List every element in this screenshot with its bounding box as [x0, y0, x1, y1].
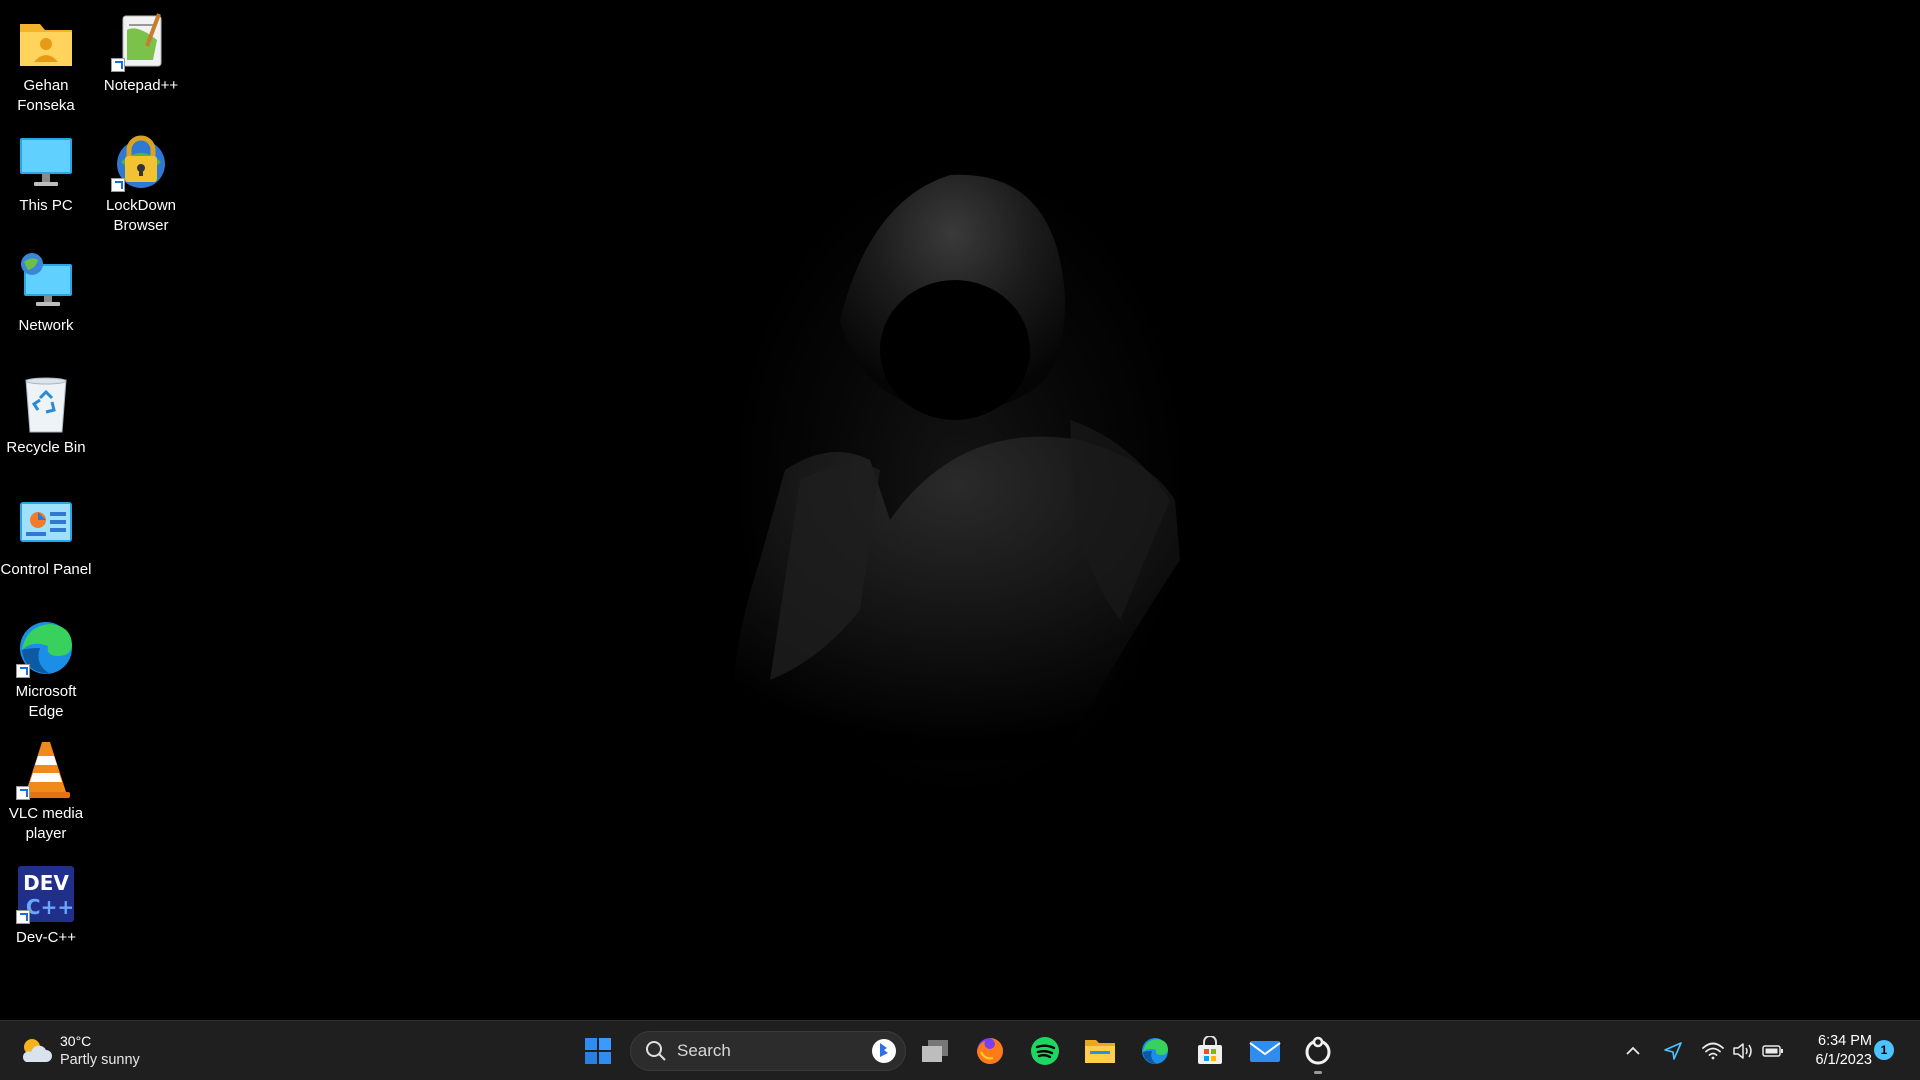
taskbar-firefox[interactable]	[970, 1031, 1010, 1071]
location-tray-button[interactable]	[1660, 1031, 1686, 1071]
shortcut-arrow-icon	[111, 58, 125, 72]
mail-icon	[1249, 1041, 1281, 1062]
shortcut-arrow-icon	[16, 786, 30, 800]
desktop[interactable]: Gehan Fonseka Notepad++ This PC LockDown…	[0, 0, 1920, 1020]
taskbar: 30°C Partly sunny Search 6:34 PM 6/1/202…	[0, 1020, 1920, 1080]
user-folder-icon	[14, 10, 78, 74]
notepad-plus-plus-icon	[109, 10, 173, 74]
hooded-figure-wallpaper	[733, 174, 1180, 760]
clock-time: 6:34 PM	[1818, 1033, 1872, 1049]
microsoft-store-icon	[1198, 1036, 1222, 1064]
speaker-icon	[1733, 1043, 1752, 1059]
monitor-icon	[14, 130, 78, 194]
lockdown-browser-icon	[109, 130, 173, 194]
desktop-icon-recycle-bin[interactable]: Recycle Bin	[0, 372, 92, 458]
task-view-button[interactable]	[915, 1031, 955, 1071]
desktop-icon-notepad-plus-plus[interactable]: Notepad++	[95, 10, 187, 96]
battery-tray-button[interactable]	[1760, 1031, 1786, 1071]
running-indicator	[1314, 1071, 1322, 1074]
taskbar-clock[interactable]: 6:34 PM 6/1/2023	[1792, 1032, 1872, 1070]
notification-badge[interactable]: 1	[1874, 1040, 1894, 1060]
desktop-icon-label: Gehan Fonseka	[17, 77, 75, 114]
edge-icon	[14, 616, 78, 680]
taskbar-file-explorer[interactable]	[1080, 1031, 1120, 1071]
desktop-icon-network[interactable]: Network	[0, 250, 92, 336]
location-arrow-icon	[1664, 1042, 1682, 1060]
desktop-icon-control-panel[interactable]: Control Panel	[0, 494, 92, 580]
partly-sunny-icon	[22, 1039, 52, 1062]
desktop-icon-this-pc[interactable]: This PC	[0, 130, 92, 216]
desktop-icon-label: Dev-C++	[15, 929, 77, 946]
bing-icon[interactable]	[871, 1038, 897, 1064]
desktop-icon-label: Recycle Bin	[6, 439, 86, 456]
taskbar-edge[interactable]	[1135, 1031, 1175, 1071]
shortcut-arrow-icon	[16, 910, 30, 924]
obs-icon	[1305, 1036, 1331, 1065]
search-placeholder: Search	[677, 1041, 731, 1060]
clock-date: 6/1/2023	[1815, 1052, 1872, 1068]
wifi-icon	[1702, 1042, 1724, 1060]
chevron-up-icon	[1626, 1046, 1640, 1055]
taskbar-microsoft-store[interactable]	[1190, 1031, 1230, 1071]
wifi-tray-button[interactable]	[1700, 1031, 1726, 1071]
desktop-icon-label: Network	[18, 317, 74, 334]
desktop-icon-label: Notepad++	[103, 77, 179, 94]
vlc-cone-icon	[14, 738, 78, 802]
edge-icon	[1142, 1038, 1168, 1064]
task-view-icon	[922, 1040, 948, 1062]
taskbar-obs[interactable]	[1298, 1031, 1338, 1071]
network-globe-icon	[14, 250, 78, 314]
weather-widget[interactable]: 30°C Partly sunny	[18, 1029, 140, 1073]
start-icon	[585, 1038, 611, 1064]
desktop-icon-dev-cpp[interactable]: DEV C++ Dev-C++	[0, 862, 92, 948]
spotify-icon	[1031, 1037, 1059, 1065]
dev-cpp-icon: DEV C++	[14, 862, 78, 926]
desktop-icon-label: This PC	[19, 197, 73, 214]
recycle-bin-icon	[14, 372, 78, 436]
control-panel-icon	[14, 494, 78, 558]
firefox-icon	[977, 1038, 1003, 1064]
desktop-icon-microsoft-edge[interactable]: Microsoft Edge	[0, 616, 92, 722]
search-icon	[646, 1041, 666, 1061]
taskbar-spotify[interactable]	[1025, 1031, 1065, 1071]
show-hidden-icons-button[interactable]	[1620, 1031, 1646, 1071]
desktop-icon-user-folder[interactable]: Gehan Fonseka	[0, 10, 92, 116]
taskbar-search-box[interactable]: Search	[630, 1031, 906, 1071]
shortcut-arrow-icon	[16, 664, 30, 678]
desktop-icon-label: Microsoft Edge	[15, 683, 77, 720]
start-button[interactable]	[578, 1031, 618, 1071]
svg-text:DEV: DEV	[23, 871, 69, 895]
file-explorer-icon	[1085, 1040, 1115, 1063]
desktop-icon-label: LockDown Browser	[105, 197, 177, 234]
shortcut-arrow-icon	[111, 178, 125, 192]
taskbar-mail[interactable]	[1245, 1031, 1285, 1071]
desktop-icon-label: VLC media player	[8, 805, 84, 842]
desktop-icon-vlc[interactable]: VLC media player	[0, 738, 92, 844]
desktop-icon-label: Control Panel	[0, 561, 92, 578]
svg-text:C++: C++	[26, 895, 74, 919]
battery-icon	[1762, 1045, 1783, 1057]
weather-description: Partly sunny	[60, 1052, 140, 1068]
weather-temperature: 30°C	[60, 1033, 92, 1049]
desktop-icon-lockdown-browser[interactable]: LockDown Browser	[95, 130, 187, 236]
volume-tray-button[interactable]	[1730, 1031, 1756, 1071]
